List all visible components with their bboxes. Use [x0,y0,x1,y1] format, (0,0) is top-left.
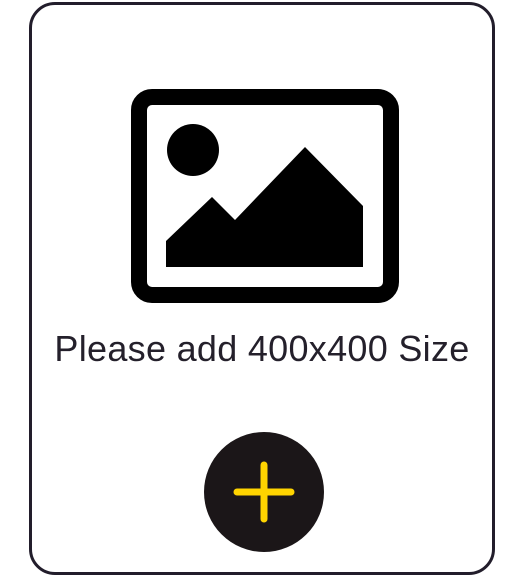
add-image-button[interactable] [204,432,324,552]
upload-instructions: Please add 400x400 Size [54,328,470,369]
plus-icon [233,461,295,523]
image-placeholder-icon [131,89,399,303]
